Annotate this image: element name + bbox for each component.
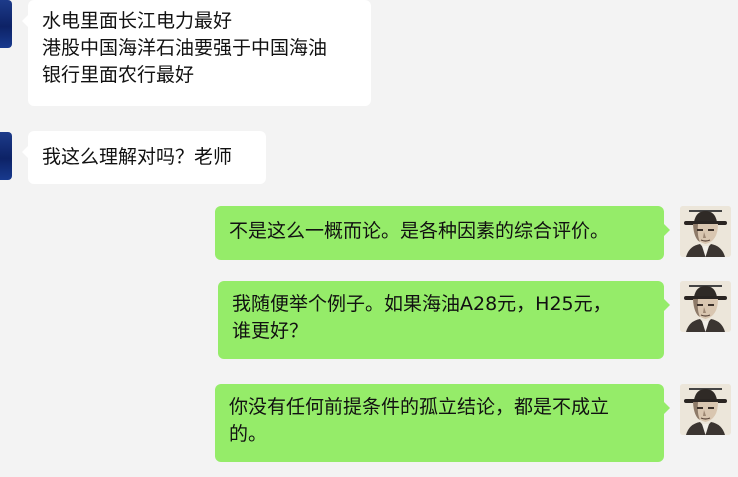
chat-window: 水电里面长江电力最好 港股中国海洋石油要强于中国海油 银行里面农行最好 我这么理… xyxy=(0,0,738,477)
message-bubble-outgoing: 我随便举个例子。如果海油A28元，H25元， 谁更好？ xyxy=(218,281,670,359)
message-bubble-incoming: 我这么理解对吗？老师 xyxy=(22,131,266,184)
message-text-line: 我这么理解对吗？老师 xyxy=(42,146,233,168)
detective-hat-avatar-icon xyxy=(680,281,731,332)
message-text-line: 港股中国海洋石油要强于中国海油 xyxy=(42,37,328,59)
message-text-line: 我随便举个例子。如果海油A28元，H25元， xyxy=(232,293,612,315)
message-text-line: 谁更好？ xyxy=(232,320,309,342)
my-avatar[interactable] xyxy=(680,206,731,257)
message-text-line: 你没有任何前提条件的孤立结论，都是不成立 xyxy=(229,396,610,418)
message-text-line: 的。 xyxy=(229,423,268,445)
message-bubble-incoming: 水电里面长江电力最好 港股中国海洋石油要强于中国海油 银行里面农行最好 xyxy=(22,0,371,106)
detective-hat-avatar-icon xyxy=(680,384,731,435)
message-text-line: 不是这么一概而论。是各种因素的综合评价。 xyxy=(229,220,610,242)
my-avatar[interactable] xyxy=(680,281,731,332)
my-avatar[interactable] xyxy=(680,384,731,435)
sender-avatar[interactable] xyxy=(0,0,12,48)
message-bubble-outgoing: 不是这么一概而论。是各种因素的综合评价。 xyxy=(215,206,670,260)
message-text-line: 水电里面长江电力最好 xyxy=(42,10,233,32)
sender-avatar[interactable] xyxy=(0,132,12,180)
detective-hat-avatar-icon xyxy=(680,206,731,257)
message-bubble-outgoing: 你没有任何前提条件的孤立结论，都是不成立 的。 xyxy=(215,384,670,462)
message-text-line: 银行里面农行最好 xyxy=(42,64,195,86)
